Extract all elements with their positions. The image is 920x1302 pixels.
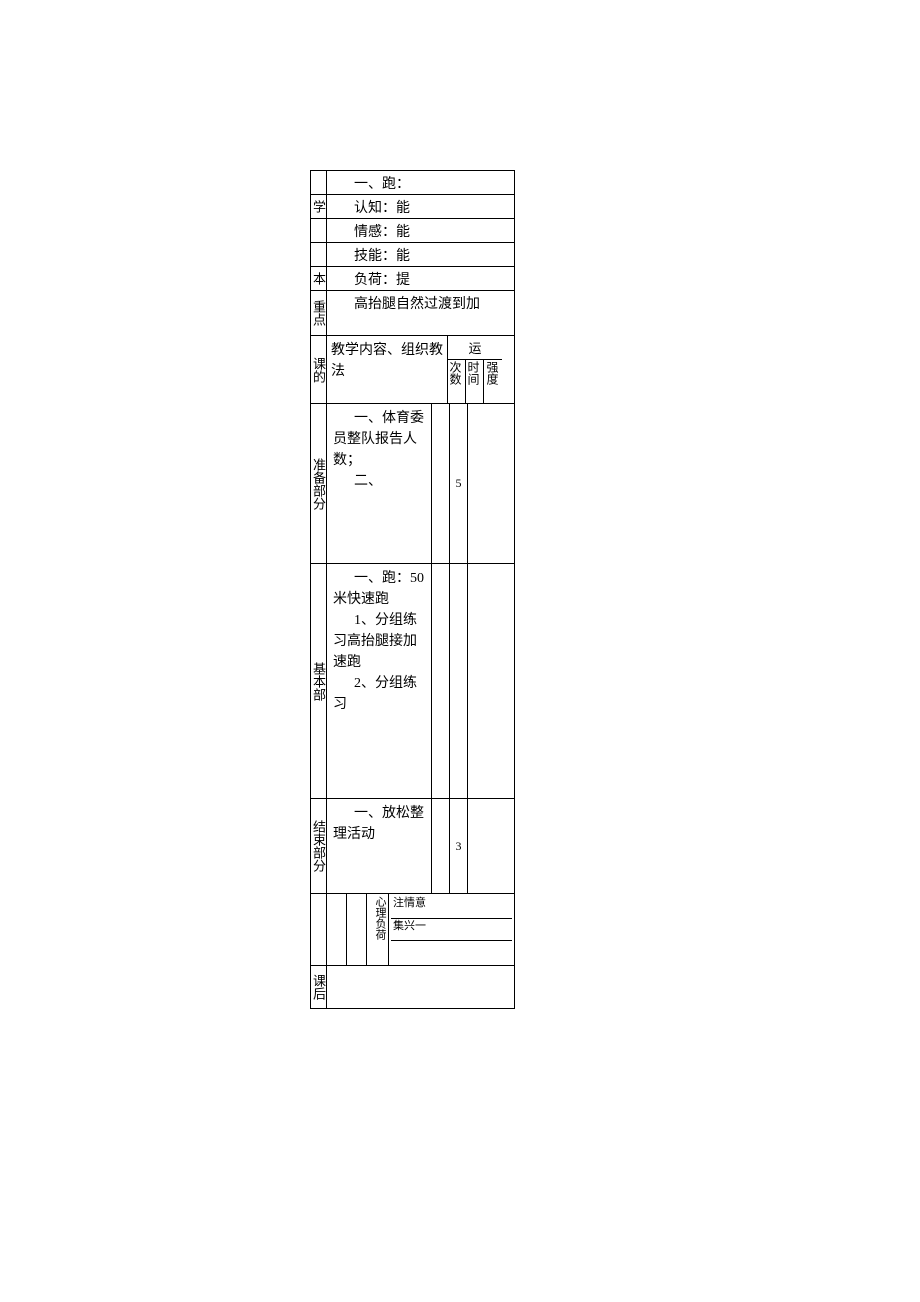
- graph-col4c: [391, 941, 512, 963]
- row5-content: 负荷：提: [327, 267, 514, 290]
- postclass-content: [327, 966, 514, 1008]
- graph-col4b: 集兴一: [391, 919, 512, 942]
- graph-label: [311, 894, 327, 965]
- row-prep-section: 准备部分 一、体育委员整队报告人数； 二、 5: [311, 404, 514, 564]
- row-postclass: 课后: [311, 966, 514, 1008]
- row-emotion: 情感：能: [311, 219, 514, 243]
- basic-line3: 2、分组练习: [333, 673, 425, 715]
- row-skill: 技能：能: [311, 243, 514, 267]
- prep-content: 一、体育委员整队报告人数； 二、: [327, 404, 432, 563]
- end-count: [432, 799, 450, 893]
- basic-time: [450, 564, 468, 798]
- basic-line1: 一、跑：50米快速跑: [333, 568, 425, 610]
- row2-label: 学: [311, 195, 327, 218]
- prep-time: 5: [450, 404, 468, 563]
- exercise-header: 运: [448, 336, 502, 360]
- row-keypoint: 重点 高抬腿自然过渡到加: [311, 291, 514, 336]
- end-content: 一、放松整理活动: [327, 799, 432, 893]
- basic-content: 一、跑：50米快速跑 1、分组练习高抬腿接加速跑 2、分组练习: [327, 564, 432, 798]
- end-time: 3: [450, 799, 468, 893]
- lesson-plan-table: 一、跑： 学 认知：能 情感：能 技能：能 本 负荷：提 重点 高抬腿自然过渡到…: [310, 170, 515, 1009]
- teaching-content-header: 教学内容、组织教法: [327, 336, 448, 403]
- row4-label: [311, 243, 327, 266]
- intensity-header: 强度: [484, 360, 502, 403]
- row1-label: [311, 171, 327, 194]
- postclass-label: 课后: [311, 966, 327, 1008]
- row-end-section: 结束部分 一、放松整理活动 3: [311, 799, 514, 894]
- row6-content: 高抬腿自然过渡到加: [327, 291, 514, 335]
- count-header: 次数: [448, 360, 466, 403]
- row3-label: [311, 219, 327, 242]
- end-intensity: [468, 799, 514, 893]
- basic-line2: 1、分组练习高抬腿接加速跑: [333, 610, 425, 673]
- graph-col4: 注情意 集兴一: [389, 894, 514, 965]
- end-label: 结束部分: [311, 799, 327, 893]
- row-cognition: 学 认知：能: [311, 195, 514, 219]
- row6-label: 重点: [311, 291, 327, 335]
- graph-col2: [347, 894, 367, 965]
- row2-content: 认知：能: [327, 195, 514, 218]
- row4-content: 技能：能: [327, 243, 514, 266]
- row-graph: 心理负荷 注情意 集兴一: [311, 894, 514, 966]
- graph-col1: [327, 894, 347, 965]
- graph-col4a: 注情意: [391, 896, 512, 919]
- end-line1: 一、放松整理活动: [333, 803, 425, 845]
- graph-col3: 心理负荷: [367, 894, 389, 965]
- row3-content: 情感：能: [327, 219, 514, 242]
- prep-line2: 二、: [333, 471, 425, 492]
- row-title: 一、跑：: [311, 171, 514, 195]
- prep-intensity: [468, 404, 514, 563]
- row5-label: 本: [311, 267, 327, 290]
- basic-label: 基本部: [311, 564, 327, 798]
- prep-line1: 一、体育委员整队报告人数；: [333, 408, 425, 471]
- prep-count: [432, 404, 450, 563]
- prep-label: 准备部分: [311, 404, 327, 563]
- basic-count: [432, 564, 450, 798]
- row-load: 本 负荷：提: [311, 267, 514, 291]
- basic-intensity: [468, 564, 514, 798]
- row-header: 课的 教学内容、组织教法 运 次数 时间 强度: [311, 336, 514, 404]
- row7-label: 课的: [311, 336, 327, 403]
- row-basic-section: 基本部 一、跑：50米快速跑 1、分组练习高抬腿接加速跑 2、分组练习: [311, 564, 514, 799]
- row1-content: 一、跑：: [327, 171, 514, 194]
- time-header: 时间: [466, 360, 484, 403]
